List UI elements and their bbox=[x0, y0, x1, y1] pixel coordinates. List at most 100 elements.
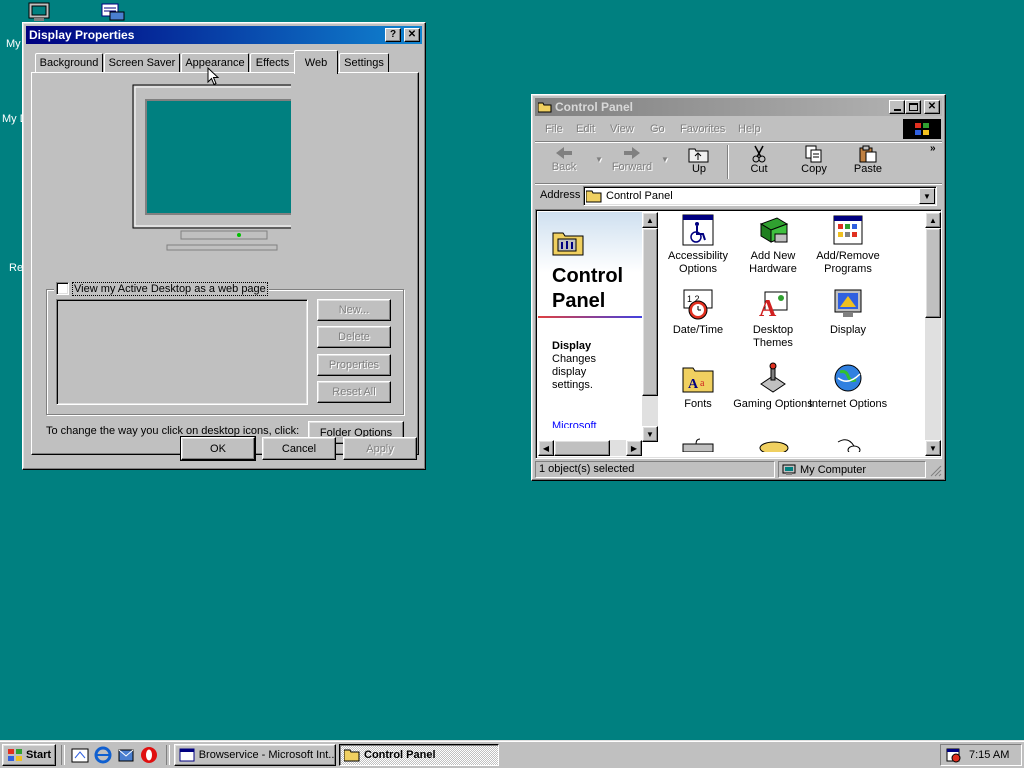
sidebar-scroll-thumb[interactable] bbox=[642, 228, 658, 396]
forward-dropdown-icon[interactable]: ▼ bbox=[661, 155, 669, 164]
main-scroll-up[interactable]: ▲ bbox=[925, 212, 941, 228]
menu-go[interactable]: Go bbox=[650, 123, 665, 135]
webview-sidebar: Control Panel Display Changes display se… bbox=[538, 212, 642, 428]
keyboard-icon bbox=[682, 438, 714, 452]
back-button[interactable]: Back bbox=[546, 145, 582, 173]
display-properties-titlebar[interactable]: Display Properties ? ✕ bbox=[26, 26, 422, 44]
menu-help[interactable]: Help bbox=[738, 123, 761, 135]
svg-text:A: A bbox=[759, 296, 777, 320]
windows-logo-icon bbox=[7, 749, 22, 761]
resize-grip-icon[interactable] bbox=[930, 465, 942, 477]
globe-icon bbox=[834, 364, 862, 392]
new-button[interactable]: New... bbox=[317, 299, 391, 321]
scheduler-icon[interactable] bbox=[945, 747, 961, 763]
microsoft-home-link[interactable]: Microsoft Home bbox=[552, 420, 622, 428]
menu-file[interactable]: File bbox=[545, 123, 563, 135]
task-control-panel[interactable]: Control Panel bbox=[339, 744, 499, 766]
fonts-label: Fonts bbox=[684, 398, 712, 410]
cut-button[interactable]: Cut bbox=[742, 145, 776, 175]
clock-text[interactable]: 7:15 AM bbox=[969, 749, 1009, 761]
address-dropdown-button[interactable]: ▼ bbox=[919, 188, 935, 204]
start-label: Start bbox=[25, 749, 52, 761]
main-scroll-down[interactable]: ▼ bbox=[925, 440, 941, 456]
hscroll-left[interactable]: ◀ bbox=[538, 440, 554, 456]
internet-options-item[interactable]: Internet Options bbox=[808, 362, 888, 411]
sidebar-item-title: Display bbox=[552, 340, 592, 352]
start-button[interactable]: Start bbox=[2, 744, 56, 766]
task-browservice[interactable]: Browservice - Microsoft Int... bbox=[174, 744, 336, 766]
programs-icon bbox=[833, 215, 863, 245]
main-scroll-thumb[interactable] bbox=[925, 228, 941, 318]
my-computer-desktop-icon[interactable] bbox=[28, 2, 50, 22]
ok-button[interactable]: OK bbox=[180, 436, 256, 461]
add-remove-programs-item[interactable]: Add/Remove Programs bbox=[808, 214, 888, 276]
desktop-themes-label: Desktop Themes bbox=[752, 324, 794, 349]
tab-web[interactable]: Web bbox=[294, 50, 338, 74]
help-button[interactable]: ? bbox=[385, 28, 401, 42]
close-button[interactable]: ✕ bbox=[924, 100, 940, 114]
control-panel-folder-icon bbox=[586, 190, 602, 203]
wheelchair-icon bbox=[682, 214, 714, 246]
sidebar-heading: Control Panel bbox=[552, 265, 624, 312]
tab-background[interactable]: Background bbox=[35, 53, 103, 73]
control-panel-large-icon bbox=[552, 232, 584, 256]
add-new-hardware-item[interactable]: Add New Hardware bbox=[733, 214, 813, 276]
tab-settings[interactable]: Settings bbox=[339, 53, 389, 73]
address-field[interactable]: Control Panel ▼ bbox=[583, 186, 937, 206]
opera-icon[interactable] bbox=[140, 746, 158, 764]
internet-explorer-icon[interactable] bbox=[94, 746, 112, 764]
hardware-icon bbox=[759, 217, 789, 243]
add-new-hardware-label: Add New Hardware bbox=[749, 250, 797, 275]
date-time-item[interactable]: 1 2 Date/Time bbox=[658, 288, 738, 337]
menu-favorites[interactable]: Favorites bbox=[680, 123, 725, 135]
menu-edit[interactable]: Edit bbox=[576, 123, 595, 135]
browser-window-icon bbox=[179, 748, 195, 762]
tab-screen-saver[interactable]: Screen Saver bbox=[104, 53, 180, 73]
desktop-themes-item[interactable]: A Desktop Themes bbox=[733, 288, 813, 350]
show-desktop-icon[interactable] bbox=[71, 746, 89, 764]
forward-button[interactable]: Forward bbox=[610, 145, 654, 173]
sidebar-scroll-down[interactable]: ▼ bbox=[642, 426, 658, 442]
active-desktop-checkbox-row[interactable]: View my Active Desktop as a web page bbox=[54, 281, 269, 296]
maximize-button[interactable] bbox=[905, 100, 921, 114]
toolbar-overflow-icon[interactable]: » bbox=[930, 143, 936, 154]
quicklaunch-divider bbox=[61, 745, 65, 765]
close-button[interactable]: ✕ bbox=[404, 28, 420, 42]
paste-button[interactable]: Paste bbox=[850, 145, 886, 175]
tasks-divider bbox=[166, 745, 170, 765]
properties-button[interactable]: Properties bbox=[317, 354, 391, 376]
tab-effects[interactable]: Effects bbox=[250, 53, 295, 73]
control-panel-titlebar[interactable]: Control Panel ✕ bbox=[535, 98, 942, 116]
outlook-express-icon[interactable] bbox=[117, 746, 135, 764]
accessibility-options-item[interactable]: Accessibility Options bbox=[658, 214, 738, 276]
copy-button[interactable]: Copy bbox=[796, 145, 832, 175]
minimize-button[interactable] bbox=[889, 100, 905, 114]
delete-button[interactable]: Delete bbox=[317, 326, 391, 348]
hscroll-right[interactable]: ▶ bbox=[626, 440, 642, 456]
main-scrollbar[interactable]: ▲ ▼ bbox=[925, 212, 941, 456]
active-desktop-checkbox[interactable] bbox=[56, 282, 69, 295]
hscroll-thumb[interactable] bbox=[554, 440, 610, 456]
menu-view[interactable]: View bbox=[610, 123, 634, 135]
fonts-item[interactable]: Aa Fonts bbox=[658, 362, 738, 411]
sidebar-scroll-up[interactable]: ▲ bbox=[642, 212, 658, 228]
sidebar-hscrollbar[interactable]: ◀ ▶ bbox=[538, 440, 642, 456]
up-button[interactable]: Up bbox=[682, 145, 716, 175]
task-control-panel-label: Control Panel bbox=[364, 749, 436, 761]
paste-label: Paste bbox=[853, 163, 883, 175]
joystick-icon bbox=[760, 362, 786, 393]
back-dropdown-icon[interactable]: ▼ bbox=[595, 155, 603, 164]
sidebar-scrollbar[interactable]: ▲ ▼ bbox=[642, 212, 658, 442]
add-remove-programs-label: Add/Remove Programs bbox=[816, 250, 880, 275]
apply-button[interactable]: Apply bbox=[343, 437, 417, 460]
status-selection-text: 1 object(s) selected bbox=[539, 463, 635, 475]
computer-icon bbox=[782, 464, 796, 475]
display-item[interactable]: Display bbox=[808, 288, 888, 337]
window-title: Display Properties bbox=[29, 28, 135, 42]
cancel-button[interactable]: Cancel bbox=[262, 437, 336, 460]
gaming-options-item[interactable]: Gaming Options bbox=[733, 362, 813, 411]
network-desktop-icon[interactable] bbox=[98, 2, 126, 22]
web-tab-panel: View my Active Desktop as a web page New… bbox=[31, 72, 419, 455]
reset-all-button[interactable]: Reset All bbox=[317, 381, 391, 403]
sidebar-rule bbox=[538, 316, 642, 318]
